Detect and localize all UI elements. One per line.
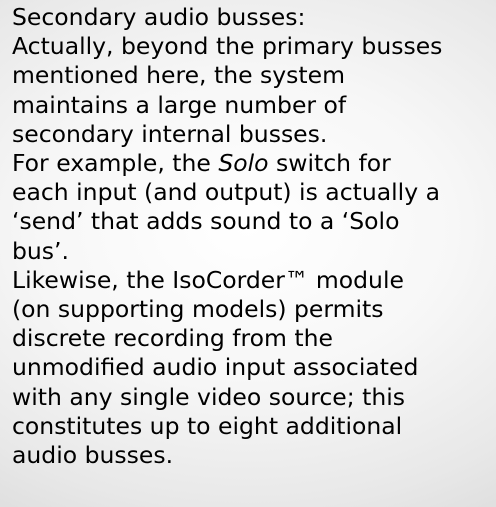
note-line: Actually, beyond the primary busses (12, 32, 443, 61)
note-line: secondary internal busses. (12, 119, 328, 148)
note-line: discrete recording from the (12, 324, 333, 353)
note-line: bus’. (12, 236, 69, 265)
note-heading: Secondary audio busses: (12, 3, 306, 31)
note-line-solo: For example, the Solo switch for (12, 149, 488, 178)
note-line: unmodified audio input associated (12, 353, 419, 382)
solo-term: Solo (218, 149, 269, 178)
note-line: mentioned here, the system (12, 61, 345, 90)
note-line: maintains a large number of (12, 90, 347, 119)
note-line: (on supporting models) permits (12, 295, 384, 324)
note-line: Likewise, the IsoCorder™ module (12, 265, 404, 294)
info-note-panel: Secondary audio busses: Actually, beyond… (0, 0, 496, 507)
note-line: ‘send’ that adds sound to a ‘Solo (12, 207, 400, 236)
note-line: constitutes up to eight additional (12, 411, 403, 440)
note-line: audio busses. (12, 441, 174, 470)
note-line: each input (and output) is actually a (12, 178, 440, 207)
note-text: For example, the (12, 149, 219, 178)
note-text: switch for (268, 149, 391, 178)
note-line: with any single video source; this (12, 382, 406, 411)
